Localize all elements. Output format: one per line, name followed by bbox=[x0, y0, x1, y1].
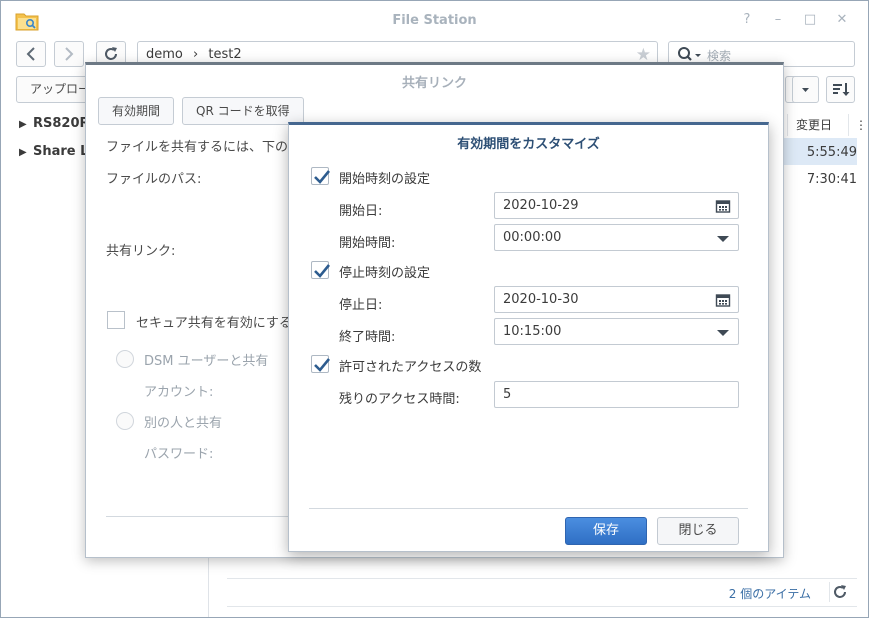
maximize-button[interactable]: □ bbox=[802, 12, 818, 28]
refresh-icon bbox=[834, 585, 846, 598]
customize-expiration-dialog: 有効期間をカスタマイズ 開始時刻の設定 開始日: 2020-10-29 開始時間… bbox=[288, 122, 769, 552]
file-path-label: ファイルのパス: bbox=[106, 172, 202, 187]
stop-date-field[interactable]: 2020-10-30 bbox=[494, 286, 739, 313]
column-header-label: 変更日 bbox=[796, 118, 833, 132]
start-time-checkbox[interactable] bbox=[311, 167, 331, 185]
status-bar: 2 個のアイテム bbox=[227, 578, 857, 607]
stop-date-label: 停止日: bbox=[339, 298, 383, 313]
close-window-button[interactable]: ✕ bbox=[834, 12, 850, 28]
caret-down-icon[interactable] bbox=[715, 324, 731, 340]
status-refresh-button[interactable] bbox=[829, 582, 849, 602]
secure-share-checkbox[interactable] bbox=[107, 311, 125, 329]
upload-button[interactable]: アップロード bbox=[16, 76, 91, 103]
expand-arrow-icon[interactable]: ▶ bbox=[19, 119, 33, 130]
item-count: 2 個のアイテム bbox=[728, 587, 811, 601]
close-button[interactable]: 閉じる bbox=[657, 517, 739, 545]
dialog-title: 共有リンク bbox=[401, 76, 467, 91]
breadcrumb-item-test2[interactable]: test2 bbox=[208, 47, 241, 62]
start-time-setting-label: 開始時刻の設定 bbox=[339, 172, 431, 187]
breadcrumb-item-demo[interactable]: demo bbox=[146, 47, 183, 62]
divider bbox=[106, 516, 296, 517]
start-date-field[interactable]: 2020-10-29 bbox=[494, 192, 739, 219]
sort-icon bbox=[833, 83, 850, 96]
remaining-access-field[interactable]: 5 bbox=[494, 381, 739, 408]
account-label: アカウント: bbox=[144, 385, 214, 400]
table-row-modified-time[interactable]: 7:30:41 bbox=[787, 172, 857, 187]
forward-button[interactable] bbox=[54, 41, 84, 67]
end-time-label: 終了時間: bbox=[339, 330, 396, 345]
column-menu-icon[interactable]: ⋮ bbox=[848, 114, 867, 136]
stop-time-checkbox[interactable] bbox=[311, 261, 331, 279]
password-label: パスワード: bbox=[144, 447, 214, 462]
dsm-user-label: DSM ユーザーと共有 bbox=[144, 354, 269, 369]
breadcrumb-separator: › bbox=[193, 47, 199, 62]
minimize-button[interactable]: – bbox=[770, 12, 786, 28]
secure-share-label: セキュア共有を有効にする bbox=[136, 316, 292, 331]
sort-button[interactable] bbox=[826, 76, 855, 103]
title-bar[interactable]: File Station ? – □ ✕ bbox=[1, 1, 868, 39]
other-person-label: 別の人と共有 bbox=[144, 416, 223, 431]
checkmark-icon bbox=[314, 170, 331, 184]
remaining-access-value: 5 bbox=[503, 387, 512, 402]
help-button[interactable]: ? bbox=[739, 12, 755, 28]
chevron-left-icon bbox=[26, 47, 35, 61]
end-time-value: 10:15:00 bbox=[503, 324, 562, 339]
start-time-label: 開始時間: bbox=[339, 236, 396, 251]
back-button[interactable] bbox=[16, 41, 46, 67]
breadcrumb: demo › test2 bbox=[146, 47, 242, 62]
start-time-value: 00:00:00 bbox=[503, 230, 562, 245]
access-limit-checkbox[interactable] bbox=[311, 355, 331, 373]
start-time-select[interactable]: 00:00:00 bbox=[494, 224, 739, 251]
calendar-icon[interactable] bbox=[715, 292, 731, 308]
access-limit-label: 許可されたアクセスの数 bbox=[339, 360, 482, 375]
start-date-label: 開始日: bbox=[339, 204, 383, 219]
table-row-modified-time[interactable]: 5:55:49 bbox=[787, 145, 857, 160]
expand-arrow-icon[interactable]: ▶ bbox=[19, 147, 33, 158]
tab-qr-code[interactable]: QR コードを取得 bbox=[182, 97, 304, 125]
other-person-radio[interactable] bbox=[116, 412, 134, 430]
column-header-modified[interactable]: 変更日 ⋮ bbox=[787, 114, 867, 136]
view-dropdown-button[interactable] bbox=[792, 76, 819, 103]
window-title: File Station bbox=[392, 13, 477, 28]
remaining-access-label: 残りのアクセス時間: bbox=[339, 392, 460, 407]
checkmark-icon bbox=[314, 264, 331, 278]
divider bbox=[309, 508, 748, 509]
chevron-right-icon bbox=[65, 47, 74, 61]
calendar-icon[interactable] bbox=[715, 198, 731, 214]
end-time-select[interactable]: 10:15:00 bbox=[494, 318, 739, 345]
dialog-title: 有効期間をカスタマイズ bbox=[457, 137, 600, 152]
dsm-user-radio[interactable] bbox=[116, 350, 134, 368]
stop-time-setting-label: 停止時刻の設定 bbox=[339, 266, 431, 281]
caret-down-icon[interactable] bbox=[715, 230, 731, 246]
share-link-label: 共有リンク: bbox=[106, 244, 176, 259]
stop-date-value: 2020-10-30 bbox=[503, 292, 579, 307]
tab-validity-period[interactable]: 有効期間 bbox=[98, 97, 175, 125]
start-date-value: 2020-10-29 bbox=[503, 198, 579, 213]
save-button[interactable]: 保存 bbox=[565, 517, 647, 545]
caret-down-icon bbox=[802, 88, 809, 92]
checkmark-icon bbox=[314, 358, 331, 372]
